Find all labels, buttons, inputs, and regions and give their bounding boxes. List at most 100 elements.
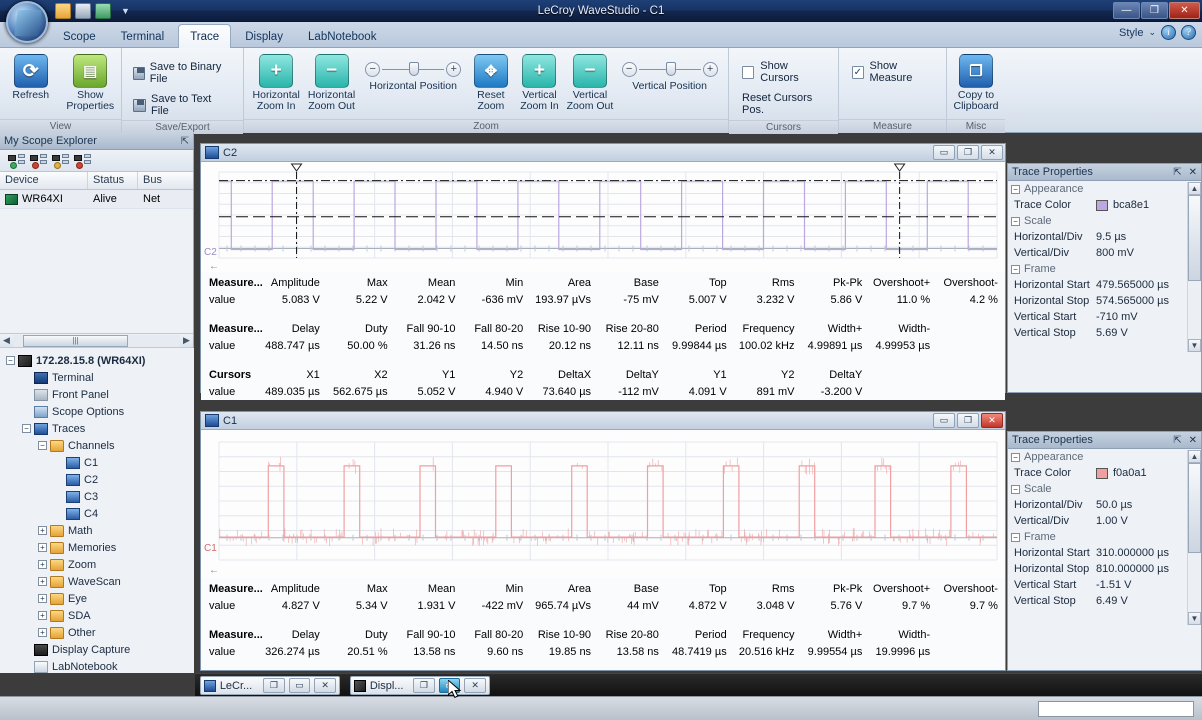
property-group-appearance[interactable]: − Appearance — [1008, 181, 1187, 197]
tree-item-c4[interactable]: C4 — [0, 505, 194, 522]
tree-item-c1[interactable]: C1 — [0, 454, 194, 471]
trace-c2-restore-button[interactable]: ❐ — [957, 145, 979, 160]
tab-scope[interactable]: Scope — [52, 25, 107, 49]
tree-item-labnotebook[interactable]: LabNotebook — [0, 658, 194, 673]
mdi-item-lecroy[interactable]: LeCr... ❐ ▭ ✕ — [200, 676, 340, 695]
tree-expander[interactable]: − — [6, 356, 15, 365]
color-swatch[interactable] — [1096, 468, 1108, 479]
close-icon[interactable]: ✕ — [1189, 435, 1197, 446]
tree-expander[interactable]: + — [38, 526, 47, 535]
help-icon[interactable]: ? — [1181, 25, 1196, 40]
trace-c2-minimize-button[interactable]: ▭ — [933, 145, 955, 160]
trace-window-c1-title-bar[interactable]: C1 ▭ ❐ ✕ — [201, 412, 1005, 430]
tab-trace[interactable]: Trace — [178, 24, 231, 50]
pin-icon[interactable]: ⇱ — [1173, 167, 1181, 178]
tree-item-terminal[interactable]: Terminal — [0, 369, 194, 386]
property-row[interactable]: Vertical Start -710 mV — [1008, 309, 1187, 325]
plot-scroll-left-icon[interactable]: ← — [209, 565, 219, 576]
vertical-position-plus-icon[interactable]: + — [703, 62, 718, 77]
show-properties-button[interactable]: ▤ Show Properties — [65, 52, 117, 112]
property-group-appearance[interactable]: − Appearance — [1008, 449, 1187, 465]
trace-window-c2-title-bar[interactable]: C2 ▭ ❐ ✕ — [201, 144, 1005, 162]
property-group-scale[interactable]: − Scale — [1008, 481, 1187, 497]
tree-item-other[interactable]: + Other — [0, 624, 194, 641]
tree-item-scope-options[interactable]: Scope Options — [0, 403, 194, 420]
add-device-icon[interactable] — [8, 154, 25, 167]
group-expander[interactable]: − — [1011, 485, 1020, 494]
tree-expander[interactable]: + — [38, 560, 47, 569]
scroll-thumb[interactable]: ||| — [23, 335, 128, 347]
delete-device-icon[interactable] — [74, 154, 91, 167]
remove-device-icon[interactable] — [30, 154, 47, 167]
show-cursors-checkbox[interactable]: Show Cursors — [734, 56, 833, 88]
vertical-position-slider[interactable]: − + Vertical Position — [616, 52, 723, 92]
property-group-frame[interactable]: − Frame — [1008, 529, 1187, 545]
scroll-left-icon[interactable]: ◀ — [0, 335, 13, 346]
mdi-display-close-button[interactable]: ✕ — [464, 678, 486, 693]
tree-expander[interactable]: + — [38, 611, 47, 620]
save-to-text-file-button[interactable]: Save to Text File — [127, 90, 238, 120]
checkbox-icon[interactable] — [742, 66, 754, 79]
property-row[interactable]: Horizontal Stop 574.565000 µs — [1008, 293, 1187, 309]
trace-c1-close-button[interactable]: ✕ — [981, 413, 1003, 428]
group-expander[interactable]: − — [1011, 265, 1020, 274]
vertical-zoom-in-button[interactable]: + Vertical Zoom In — [515, 52, 564, 112]
save-to-binary-file-button[interactable]: Save to Binary File — [127, 58, 238, 88]
property-row[interactable]: Horizontal/Div 9.5 µs — [1008, 229, 1187, 245]
props-c2-scrollbar[interactable]: ▲ ▼ — [1187, 182, 1200, 352]
tree-item-eye[interactable]: + Eye — [0, 590, 194, 607]
trace-c1-minimize-button[interactable]: ▭ — [933, 413, 955, 428]
waveform-plot-c1[interactable]: C1 ← — [201, 430, 1005, 578]
property-group-frame[interactable]: − Frame — [1008, 261, 1187, 277]
show-measure-checkbox[interactable]: ✓ Show Measure — [844, 56, 941, 88]
horizontal-zoom-out-button[interactable]: − Horizontal Zoom Out — [304, 52, 358, 112]
property-row[interactable]: Vertical Stop 5.69 V — [1008, 325, 1187, 341]
trace-c2-close-button[interactable]: ✕ — [981, 145, 1003, 160]
mdi-item-display-capture[interactable]: Displ... ❐ ▭ ✕ — [350, 676, 490, 695]
horizontal-position-track[interactable] — [382, 69, 444, 70]
plot-scroll-left-icon[interactable]: ← — [209, 261, 219, 272]
tree-expander[interactable]: + — [38, 628, 47, 637]
property-row[interactable]: Horizontal Stop 810.000000 µs — [1008, 561, 1187, 577]
tree-item-display-capture[interactable]: Display Capture — [0, 641, 194, 658]
mdi-lecroy-minimize-button[interactable]: ▭ — [289, 678, 311, 693]
tree-expander[interactable]: + — [38, 577, 47, 586]
tree-item-zoom[interactable]: + Zoom — [0, 556, 194, 573]
property-row[interactable]: Trace Color f0a0a1 — [1008, 465, 1187, 481]
window-minimize-button[interactable]: — — [1113, 2, 1140, 19]
scroll-down-icon[interactable]: ▼ — [1188, 339, 1201, 352]
tree-expander[interactable]: + — [38, 594, 47, 603]
scroll-up-icon[interactable]: ▲ — [1188, 182, 1201, 195]
tab-labnotebook[interactable]: LabNotebook — [297, 25, 387, 49]
vertical-position-thumb[interactable] — [666, 62, 676, 76]
scroll-down-icon[interactable]: ▼ — [1188, 612, 1201, 625]
horizontal-position-slider[interactable]: − + Horizontal Position — [360, 52, 467, 92]
tree-item-c3[interactable]: C3 — [0, 488, 194, 505]
quick-access-more-icon[interactable]: ▼ — [121, 6, 130, 16]
group-expander[interactable]: − — [1011, 217, 1020, 226]
tree-item-traces[interactable]: − Traces — [0, 420, 194, 437]
window-restore-button[interactable]: ❐ — [1141, 2, 1168, 19]
mdi-display-minimize-button[interactable]: ▭ — [439, 678, 461, 693]
tree-item-c2[interactable]: C2 — [0, 471, 194, 488]
reset-cursors-pos-button[interactable]: Reset Cursors Pos. — [734, 88, 833, 120]
save-icon[interactable] — [75, 3, 91, 19]
mdi-display-restore-button[interactable]: ❐ — [413, 678, 435, 693]
property-group-scale[interactable]: − Scale — [1008, 213, 1187, 229]
window-close-button[interactable]: ✕ — [1169, 2, 1200, 19]
refresh-device-icon[interactable] — [52, 154, 69, 167]
tree-expander[interactable]: − — [22, 424, 31, 433]
props-c1-scrollbar[interactable]: ▲ ▼ — [1187, 450, 1200, 625]
tree-item-memories[interactable]: + Memories — [0, 539, 194, 556]
tab-terminal[interactable]: Terminal — [110, 25, 175, 49]
tree-expander[interactable]: − — [38, 441, 47, 450]
open-file-icon[interactable] — [55, 3, 71, 19]
property-row[interactable]: Vertical Stop 6.49 V — [1008, 593, 1187, 609]
print-icon[interactable] — [95, 3, 111, 19]
pin-icon[interactable]: ⇱ — [1173, 435, 1181, 446]
explorer-horizontal-scrollbar[interactable]: ◀ ||| ▶ — [0, 333, 193, 348]
group-expander[interactable]: − — [1011, 533, 1020, 542]
property-row[interactable]: Horizontal/Div 50.0 µs — [1008, 497, 1187, 513]
tree-item-front-panel[interactable]: Front Panel — [0, 386, 194, 403]
property-row[interactable]: Horizontal Start 310.000000 µs — [1008, 545, 1187, 561]
